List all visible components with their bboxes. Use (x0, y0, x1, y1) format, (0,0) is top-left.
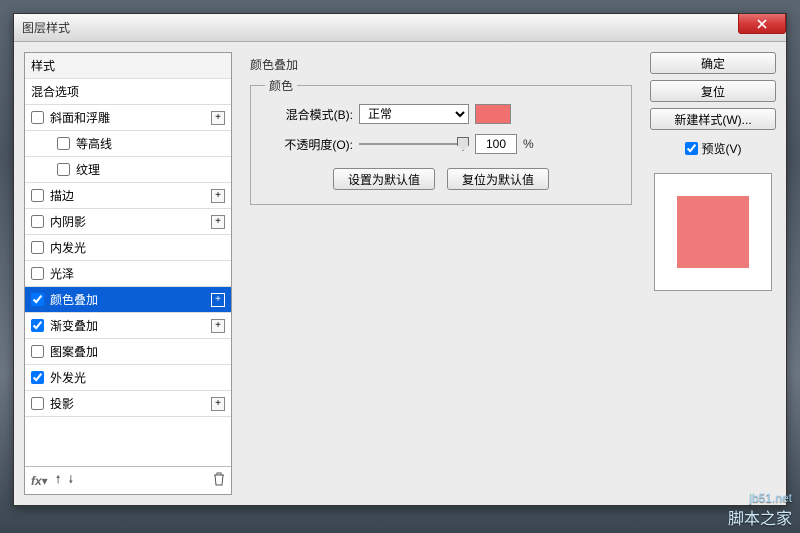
reset-button[interactable]: 复位 (650, 80, 776, 102)
style-label: 等高线 (76, 135, 112, 152)
style-item[interactable]: 渐变叠加 + (25, 313, 231, 339)
style-checkbox[interactable] (31, 215, 44, 228)
new-style-button[interactable]: 新建样式(W)... (650, 108, 776, 130)
style-checkbox[interactable] (31, 267, 44, 280)
style-item[interactable]: 纹理 (25, 157, 231, 183)
slider-thumb[interactable] (457, 137, 469, 151)
style-label: 图案叠加 (50, 343, 98, 360)
opacity-label: 不透明度(O): (265, 136, 353, 153)
style-checkbox[interactable] (57, 163, 70, 176)
preview-box (654, 173, 772, 291)
expand-icon[interactable]: + (211, 319, 225, 333)
window-title: 图层样式 (22, 19, 70, 36)
styles-footer: fx▾ 🠕 🠗 (25, 466, 231, 494)
titlebar[interactable]: 图层样式 (14, 14, 786, 42)
style-checkbox[interactable] (31, 111, 44, 124)
layer-style-dialog: 图层样式 样式 混合选项 斜面和浮雕+等高线纹理描边+内阴影+内发光光泽颜色叠加… (13, 13, 787, 506)
style-checkbox[interactable] (31, 241, 44, 254)
style-checkbox[interactable] (31, 397, 44, 410)
blend-mode-label: 混合模式(B): (265, 106, 353, 123)
style-label: 渐变叠加 (50, 317, 98, 334)
trash-icon[interactable] (213, 472, 225, 489)
style-item[interactable]: 颜色叠加 + (25, 287, 231, 313)
style-checkbox[interactable] (57, 137, 70, 150)
style-checkbox[interactable] (31, 345, 44, 358)
style-item[interactable]: 光泽 (25, 261, 231, 287)
style-label: 投影 (50, 395, 74, 412)
options-panel: 颜色叠加 颜色 混合模式(B): 正常 不透明度(O): % (242, 52, 640, 495)
group-legend: 颜色 (265, 77, 297, 94)
blending-options[interactable]: 混合选项 (25, 79, 231, 105)
style-checkbox[interactable] (31, 371, 44, 384)
style-item[interactable]: 投影 + (25, 391, 231, 417)
style-label: 描边 (50, 187, 74, 204)
style-checkbox[interactable] (31, 319, 44, 332)
style-label: 斜面和浮雕 (50, 109, 110, 126)
style-item[interactable]: 外发光 (25, 365, 231, 391)
expand-icon[interactable]: + (211, 397, 225, 411)
arrow-up-icon[interactable]: 🠕 (56, 471, 61, 490)
dialog-body: 样式 混合选项 斜面和浮雕+等高线纹理描边+内阴影+内发光光泽颜色叠加+渐变叠加… (14, 42, 786, 505)
style-item[interactable]: 内发光 (25, 235, 231, 261)
expand-icon[interactable]: + (211, 111, 225, 125)
right-panel: 确定 复位 新建样式(W)... 预览(V) (650, 52, 776, 495)
opacity-row: 不透明度(O): % (265, 134, 617, 154)
panel-title: 颜色叠加 (250, 56, 632, 73)
blend-mode-row: 混合模式(B): 正常 (265, 104, 617, 124)
expand-icon[interactable]: + (211, 293, 225, 307)
reset-default-button[interactable]: 复位为默认值 (447, 168, 549, 190)
color-swatch[interactable] (475, 104, 511, 124)
style-item[interactable]: 图案叠加 (25, 339, 231, 365)
close-button[interactable] (738, 14, 786, 34)
styles-header[interactable]: 样式 (25, 53, 231, 79)
blend-mode-select[interactable]: 正常 (359, 104, 469, 124)
close-icon (757, 19, 767, 29)
style-label: 内阴影 (50, 213, 86, 230)
style-label: 外发光 (50, 369, 86, 386)
ok-button[interactable]: 确定 (650, 52, 776, 74)
preview-swatch (677, 196, 749, 268)
default-buttons: 设置为默认值 复位为默认值 (265, 168, 617, 190)
set-default-button[interactable]: 设置为默认值 (333, 168, 435, 190)
style-item[interactable]: 描边 + (25, 183, 231, 209)
arrow-down-icon[interactable]: 🠗 (68, 471, 73, 490)
preview-checkbox-input[interactable] (685, 142, 698, 155)
style-label: 内发光 (50, 239, 86, 256)
opacity-unit: % (523, 137, 534, 151)
style-label: 颜色叠加 (50, 291, 98, 308)
expand-icon[interactable]: + (211, 189, 225, 203)
style-item[interactable]: 等高线 (25, 131, 231, 157)
opacity-slider[interactable] (359, 136, 469, 152)
styles-panel: 样式 混合选项 斜面和浮雕+等高线纹理描边+内阴影+内发光光泽颜色叠加+渐变叠加… (24, 52, 232, 495)
styles-list: 样式 混合选项 斜面和浮雕+等高线纹理描边+内阴影+内发光光泽颜色叠加+渐变叠加… (25, 53, 231, 466)
style-item[interactable]: 斜面和浮雕 + (25, 105, 231, 131)
style-checkbox[interactable] (31, 293, 44, 306)
style-item[interactable]: 内阴影 + (25, 209, 231, 235)
style-label: 纹理 (76, 161, 100, 178)
style-checkbox[interactable] (31, 189, 44, 202)
preview-checkbox[interactable]: 预览(V) (650, 140, 776, 157)
fx-icon[interactable]: fx▾ (31, 474, 48, 488)
expand-icon[interactable]: + (211, 215, 225, 229)
opacity-input[interactable] (475, 134, 517, 154)
color-group: 颜色 混合模式(B): 正常 不透明度(O): % 设置为默认值 (250, 77, 632, 205)
style-label: 光泽 (50, 265, 74, 282)
